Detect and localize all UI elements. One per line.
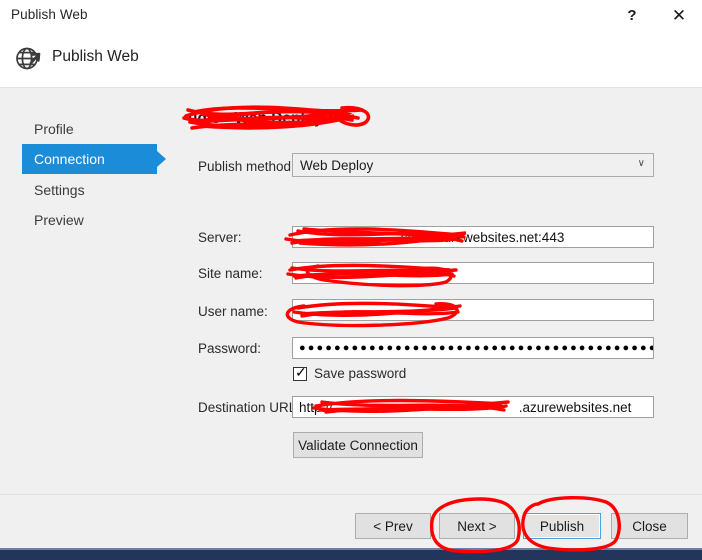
password-value: ●●●●●●●●●●●●●●●●●●●●●●●●●●●●●●●●●●●●●●●●… [299,342,653,354]
next-button[interactable]: Next > [439,513,515,539]
publish-globe-icon [14,43,44,73]
dialog-header: Publish Web [0,32,702,88]
site-name-input[interactable] [292,262,654,284]
sidebar-item-preview[interactable]: Preview [22,205,157,235]
prev-button[interactable]: < Prev [355,513,431,539]
destination-url-input[interactable]: http:// .azurewebsites.net [292,396,654,418]
sidebar-item-label: Preview [34,212,84,228]
save-password-checkbox[interactable]: ✓ Save password [293,363,407,381]
site-name-label: Site name: [198,266,263,281]
user-name-label: User name: [198,304,268,319]
help-button[interactable]: ? [612,0,652,31]
taskbar [0,550,702,560]
sidebar-item-label: Connection [34,151,105,167]
sidebar-item-settings[interactable]: Settings [22,175,157,205]
server-label: Server: [198,230,242,245]
destination-url-label: Destination URL: [198,400,301,415]
close-window-button[interactable]: ✕ [659,0,699,31]
window-title: Publish Web [11,7,88,22]
sidebar-item-label: Profile [34,121,74,137]
page-title: udio - Web Deploy * [188,110,334,127]
validate-connection-button[interactable]: Validate Connection [293,432,423,458]
footer-divider [0,494,702,495]
dialog-title: Publish Web [52,48,139,65]
checkbox-box[interactable]: ✓ [293,363,307,381]
sidebar-selection-arrow-icon [157,151,166,167]
publish-button[interactable]: Publish [523,513,601,539]
sidebar-item-label: Settings [34,182,85,198]
publish-method-value: Web Deploy [300,157,374,173]
user-name-input[interactable] [292,299,654,321]
sidebar-item-connection[interactable]: Connection [22,144,166,174]
destination-url-value-suffix: .azurewebsites.net [518,399,632,415]
publish-method-label: Publish method: [198,159,295,174]
wizard-step-sidebar: Profile Connection Settings Preview [0,88,180,488]
password-label: Password: [198,341,262,356]
password-input[interactable]: ●●●●●●●●●●●●●●●●●●●●●●●●●●●●●●●●●●●●●●●●… [292,337,654,359]
checkmark-icon: ✓ [295,363,307,380]
server-value: .scm.azurewebsites.net:443 [397,229,565,245]
publish-method-select[interactable]: Web Deploy ∨ [292,153,654,177]
title-bar: Publish Web ? ✕ [0,0,702,33]
sidebar-item-profile[interactable]: Profile [22,114,157,144]
close-button[interactable]: Close [611,513,688,539]
save-password-label: Save password [314,366,407,381]
destination-url-value: http:// [299,399,333,415]
publish-web-dialog: Publish Web ? ✕ Publish Web Profile Conn… [0,0,702,560]
chevron-down-icon: ∨ [637,158,645,169]
server-input[interactable]: .scm.azurewebsites.net:443 [292,226,654,248]
